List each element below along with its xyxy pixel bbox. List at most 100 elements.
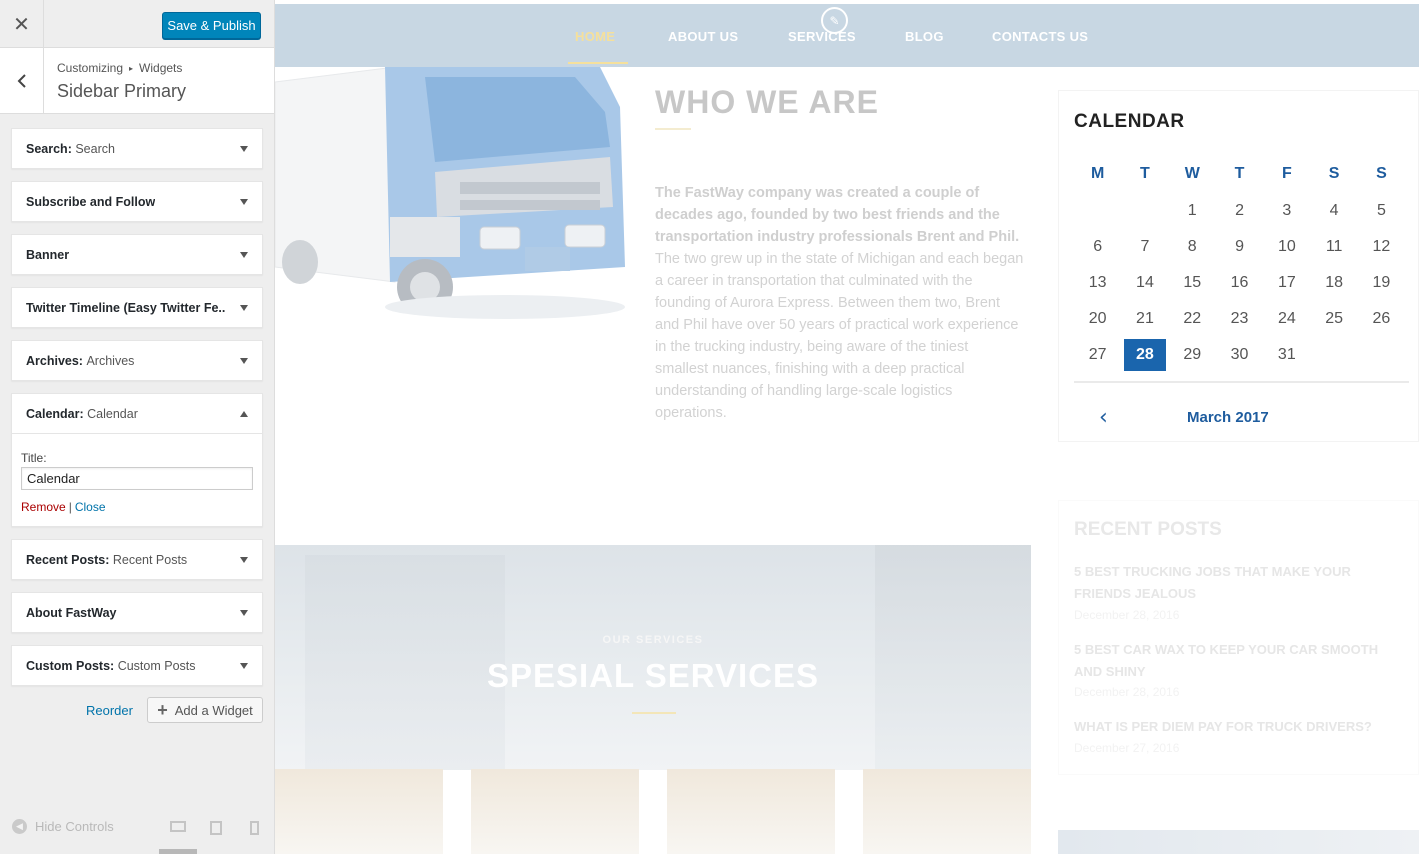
- widget-header[interactable]: Calendar: Calendar: [12, 394, 262, 433]
- widget-header[interactable]: Subscribe and Follow: [12, 182, 262, 221]
- nav-home[interactable]: HOME: [575, 29, 615, 44]
- tablet-preview-icon[interactable]: [210, 821, 222, 835]
- nav-services[interactable]: SERVICES: [788, 29, 856, 44]
- widget-header[interactable]: Search: Search: [12, 129, 262, 168]
- expand-arrow-icon[interactable]: [240, 662, 248, 669]
- edit-shortcut-pencil-icon[interactable]: ✎: [821, 7, 848, 34]
- calendar-day: 22: [1183, 310, 1202, 327]
- recent-posts-widget: RECENT POSTS 5 BEST TRUCKING JOBS THAT M…: [1058, 500, 1419, 775]
- desktop-preview-icon[interactable]: [170, 821, 186, 832]
- calendar-day: 29: [1183, 346, 1202, 363]
- calendar-day: [1358, 339, 1405, 371]
- breadcrumb-root: Customizing: [57, 61, 124, 75]
- calendar-title: CALENDAR: [1074, 111, 1185, 132]
- widget-subscribe-follow: Subscribe and Follow: [11, 181, 263, 222]
- calendar-widget: CALENDAR M T W T F S S 1 2 3 4 5 6 7 8 9…: [1058, 90, 1419, 442]
- calendar-week-row: 1 2 3 4 5: [1074, 193, 1409, 229]
- section-header: Customizing ▸ Widgets Sidebar Primary: [0, 48, 274, 114]
- service-thumbnail[interactable]: [275, 769, 443, 854]
- widget-twitter-timeline: Twitter Timeline (Easy Twitter Fe...: [11, 287, 263, 328]
- widget-custom-posts: Custom Posts: Custom Posts: [11, 645, 263, 686]
- widget-title: Subscribe and Follow: [26, 194, 156, 209]
- close-icon[interactable]: ✕: [0, 0, 44, 48]
- calendar-day: 12: [1372, 238, 1391, 255]
- customizer-header: ✕ Save & Publish: [0, 0, 274, 48]
- save-publish-button[interactable]: Save & Publish: [162, 12, 261, 39]
- title-input[interactable]: [21, 467, 253, 490]
- breadcrumb-child: Widgets: [139, 61, 183, 75]
- widget-header[interactable]: Recent Posts: Recent Posts: [12, 540, 262, 579]
- add-widget-button[interactable]: + Add a Widget: [147, 697, 263, 723]
- reorder-link[interactable]: Reorder: [86, 703, 133, 718]
- nav-contacts-us[interactable]: CONTACTS US: [992, 29, 1088, 44]
- mobile-preview-icon[interactable]: [250, 821, 259, 835]
- widget-header[interactable]: Custom Posts: Custom Posts: [12, 646, 262, 685]
- calendar-week-row: 13 14 15 16 17 18 19: [1074, 265, 1409, 301]
- who-title-underline: [655, 128, 691, 130]
- calendar-day: 14: [1136, 274, 1154, 291]
- widget-archives: Archives: Archives: [11, 340, 263, 381]
- calendar-day: 17: [1277, 274, 1296, 291]
- sidebar-banner-image: [1058, 830, 1419, 854]
- add-widget-label: Add a Widget: [174, 702, 253, 718]
- expand-arrow-icon[interactable]: [240, 251, 248, 258]
- expand-arrow-icon[interactable]: [240, 198, 248, 205]
- close-link[interactable]: Close: [75, 500, 106, 514]
- calendar-day: 26: [1372, 310, 1391, 327]
- hide-controls-button[interactable]: ◀ Hide Controls: [12, 819, 114, 834]
- widget-header[interactable]: Banner: [12, 235, 262, 274]
- weekday-label: F: [1281, 165, 1292, 182]
- expand-arrow-icon[interactable]: [240, 357, 248, 364]
- calendar-month-label: March 2017: [1187, 409, 1269, 426]
- calendar-day: 6: [1093, 238, 1103, 255]
- breadcrumb: Customizing ▸ Widgets: [57, 61, 182, 75]
- widget-recent-posts: Recent Posts: Recent Posts: [11, 539, 263, 580]
- recent-post-link[interactable]: WHAT IS PER DIEM PAY FOR TRUCK DRIVERS?: [1074, 716, 1394, 738]
- expand-arrow-icon[interactable]: [240, 556, 248, 563]
- calendar-divider: [1074, 381, 1409, 383]
- widget-banner: Banner: [11, 234, 263, 275]
- recent-post-link[interactable]: 5 BEST CAR WAX TO KEEP YOUR CAR SMOOTH A…: [1074, 639, 1394, 683]
- calendar-weekday-row: M T W T F S S: [1074, 155, 1409, 193]
- widget-title: Search: Search: [26, 141, 115, 156]
- recent-post-link[interactable]: 5 BEST TRUCKING JOBS THAT MAKE YOUR FRIE…: [1074, 561, 1394, 605]
- calendar-day: 25: [1325, 310, 1344, 327]
- expand-arrow-icon[interactable]: [240, 609, 248, 616]
- widget-title: Recent Posts: Recent Posts: [26, 552, 188, 567]
- collapse-arrow-icon[interactable]: [240, 410, 248, 417]
- nav-about-us[interactable]: ABOUT US: [668, 29, 738, 44]
- nav-blog[interactable]: BLOG: [905, 29, 944, 44]
- widget-header[interactable]: Twitter Timeline (Easy Twitter Fe...: [12, 288, 262, 327]
- recent-post-date: December 28, 2016: [1074, 685, 1180, 699]
- calendar-day: [1121, 195, 1168, 227]
- widget-title: Twitter Timeline (Easy Twitter Fe...: [26, 300, 226, 315]
- weekday-label: S: [1328, 165, 1340, 182]
- widget-calendar: Calendar: Calendar Title: Remove|Close: [11, 393, 263, 527]
- calendar-day: 24: [1277, 310, 1296, 327]
- hide-controls-label: Hide Controls: [35, 819, 114, 834]
- weekday-label: T: [1140, 165, 1150, 182]
- back-arrow-icon[interactable]: [0, 48, 44, 113]
- service-thumbnail[interactable]: [471, 769, 639, 854]
- widget-header[interactable]: About FastWay: [12, 593, 262, 632]
- recent-post-date: December 28, 2016: [1074, 608, 1180, 622]
- calendar-day: 2: [1235, 202, 1244, 219]
- services-title-underline: [632, 712, 676, 714]
- services-section: OUR SERVICES SPESIAL SERVICES: [275, 545, 1031, 770]
- who-we-are-text: The FastWay company was created a couple…: [655, 185, 1024, 421]
- service-thumbnail[interactable]: [667, 769, 835, 854]
- widget-list: Search: Search Subscribe and Follow Bann…: [11, 128, 263, 698]
- title-label: Title:: [21, 451, 47, 465]
- widget-header[interactable]: Archives: Archives: [12, 341, 262, 380]
- who-we-are-title: WHO WE ARE: [655, 84, 879, 120]
- calendar-day: 8: [1187, 238, 1197, 255]
- expand-arrow-icon[interactable]: [240, 145, 248, 152]
- calendar-day: 7: [1140, 238, 1150, 255]
- remove-link[interactable]: Remove: [21, 500, 66, 514]
- prev-month-chevron-icon[interactable]: ‹: [1099, 407, 1108, 429]
- calendar-day: 3: [1282, 202, 1292, 219]
- active-device-indicator: [159, 849, 197, 854]
- calendar-day-today[interactable]: 28: [1123, 339, 1166, 371]
- expand-arrow-icon[interactable]: [240, 304, 248, 311]
- service-thumbnail[interactable]: [863, 769, 1031, 854]
